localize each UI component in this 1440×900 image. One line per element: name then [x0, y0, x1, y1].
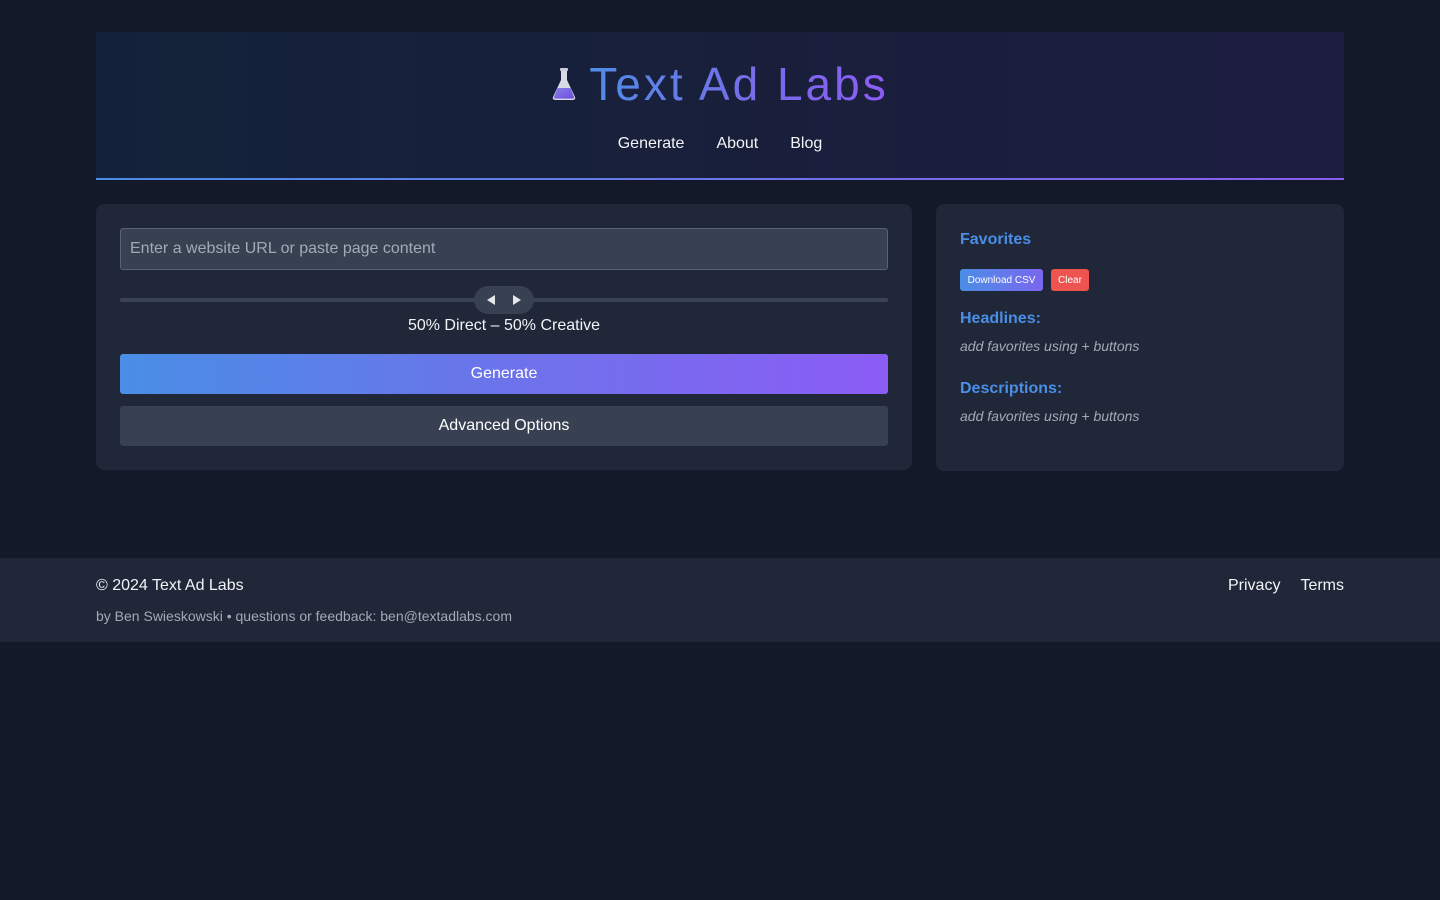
- site-footer: © 2024 Text Ad Labs by Ben Swieskowski •…: [0, 558, 1440, 642]
- favorites-title: Favorites: [960, 231, 1032, 248]
- url-input[interactable]: [120, 228, 888, 270]
- download-csv-button[interactable]: Download CSV: [960, 269, 1043, 291]
- brand[interactable]: Text Ad Labs: [96, 58, 1344, 110]
- nav-about[interactable]: About: [716, 134, 758, 154]
- chevron-left-icon: [487, 295, 495, 305]
- nav-generate[interactable]: Generate: [618, 134, 685, 154]
- descriptions-empty-text: add favorites using + buttons: [960, 408, 1140, 424]
- byline: by Ben Swieskowski • questions or feedba…: [96, 608, 512, 624]
- main-nav: Generate About Blog: [96, 134, 1344, 154]
- terms-link[interactable]: Terms: [1300, 577, 1344, 595]
- descriptions-heading: Descriptions:: [960, 380, 1063, 397]
- headlines-empty-text: add favorites using + buttons: [960, 338, 1140, 354]
- tone-slider-thumb[interactable]: [474, 286, 534, 314]
- site-title: Text Ad Labs: [589, 58, 889, 110]
- site-header: Text Ad Labs Generate About Blog: [96, 32, 1344, 180]
- copyright: © 2024 Text Ad Labs: [96, 577, 244, 594]
- advanced-options-button[interactable]: Advanced Options: [120, 406, 888, 446]
- clear-button[interactable]: Clear: [1051, 269, 1089, 291]
- generate-button[interactable]: Generate: [120, 354, 888, 394]
- flask-icon: [553, 68, 576, 100]
- tone-slider-label: 50% Direct – 50% Creative: [407, 317, 601, 334]
- chevron-right-icon: [513, 295, 521, 305]
- privacy-link[interactable]: Privacy: [1228, 577, 1280, 595]
- generator-panel: 50% Direct – 50% Creative Generate Advan…: [96, 204, 912, 470]
- headlines-heading: Headlines:: [960, 310, 1041, 327]
- nav-blog[interactable]: Blog: [790, 134, 822, 154]
- footer-links: Privacy Terms: [1228, 577, 1344, 595]
- favorites-panel: Favorites Download CSV Clear Headlines: …: [936, 204, 1344, 471]
